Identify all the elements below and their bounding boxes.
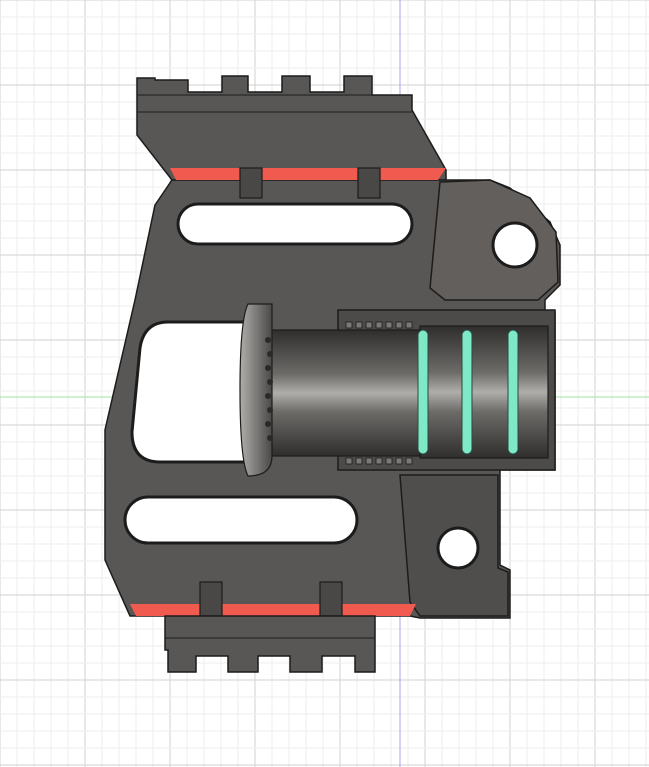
dimple [265, 421, 271, 427]
seal-ring [507, 329, 519, 455]
thread-mark [375, 321, 383, 329]
seal-ring [461, 329, 473, 455]
bore [267, 329, 421, 457]
upper-slot [176, 202, 414, 246]
lower-hole [436, 526, 480, 570]
dimple [265, 337, 271, 343]
thread-mark [355, 321, 363, 329]
bottom-rail[interactable] [164, 615, 376, 673]
dimple [267, 351, 273, 357]
thread-mark [385, 457, 393, 465]
side-window [130, 320, 250, 464]
rail-post [239, 167, 263, 199]
thread-mark [385, 321, 393, 329]
thread-mark [375, 457, 383, 465]
thread-mark [365, 457, 373, 465]
upper-hole [491, 221, 539, 269]
thread-mark [365, 321, 373, 329]
brake-model[interactable] [104, 75, 561, 673]
thread-mark [345, 321, 353, 329]
dimple [265, 393, 271, 399]
dimple [265, 365, 271, 371]
rail-post [357, 167, 381, 199]
lower-slot [123, 495, 359, 545]
thread-mark [405, 321, 413, 329]
dimple [267, 435, 273, 441]
cad-canvas[interactable] [0, 0, 649, 767]
thread-mark [395, 457, 403, 465]
cad-viewport[interactable] [0, 0, 649, 767]
rail-post [199, 581, 223, 617]
thread-mark [345, 457, 353, 465]
seal-ring [417, 329, 429, 455]
bore-exit [419, 325, 549, 459]
rail-post [319, 581, 343, 617]
thread-mark [405, 457, 413, 465]
thread-mark [395, 321, 403, 329]
bottom-red-stripe [130, 604, 416, 616]
dimple [267, 407, 273, 413]
thread-mark [355, 457, 363, 465]
bore-crown [239, 303, 273, 477]
top-red-stripe [170, 168, 446, 180]
dimple [267, 379, 273, 385]
